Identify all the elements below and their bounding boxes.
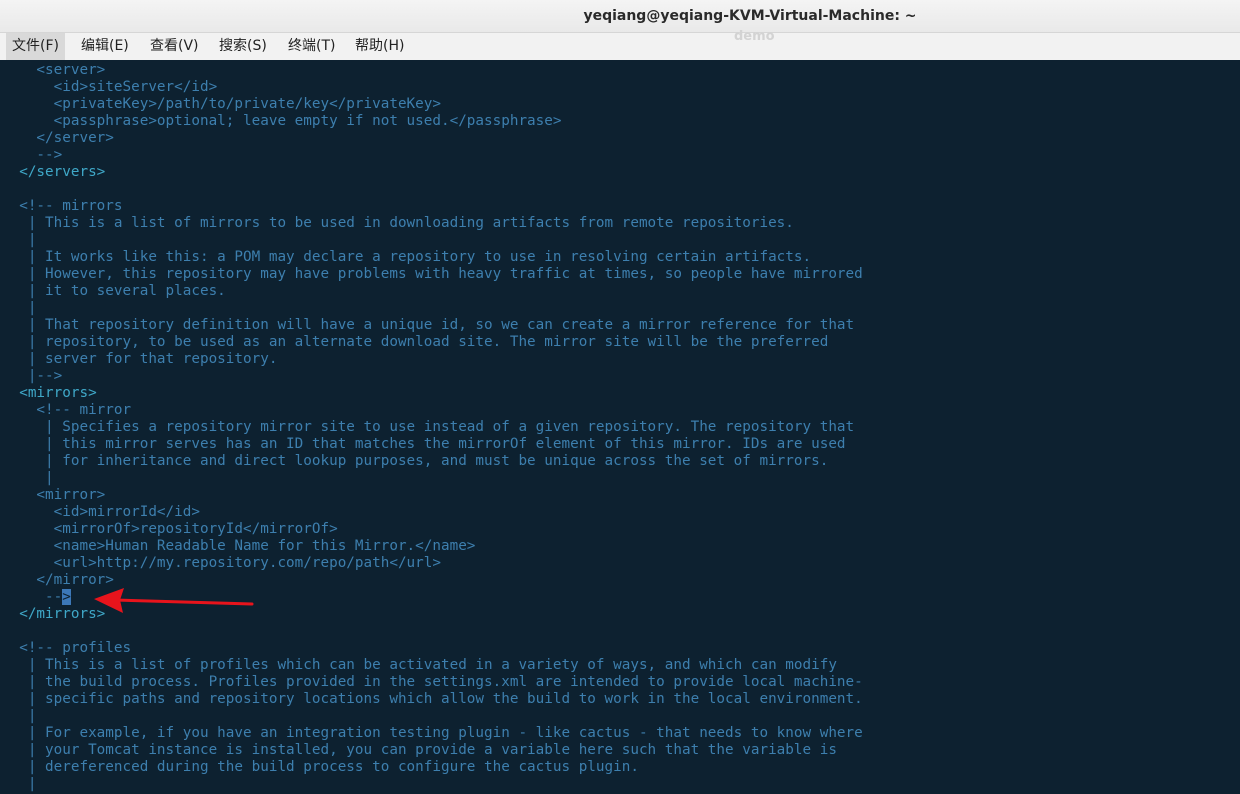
terminal-line-text: | server for that repository. <box>2 351 278 367</box>
terminal-line: | This is a list of profiles which can b… <box>2 657 863 674</box>
terminal-line-text: <!-- mirrors <box>2 198 123 214</box>
terminal-line-text: | specific paths and repository location… <box>2 691 863 707</box>
terminal-line: <privateKey>/path/to/private/key</privat… <box>2 96 863 113</box>
terminal-line-text: |--> <box>2 368 63 384</box>
terminal-line-text: | For example, if you have an integratio… <box>2 725 863 741</box>
terminal-area[interactable]: <server> <id>siteServer</id> <privateKey… <box>0 60 1240 794</box>
terminal-line: | specific paths and repository location… <box>2 691 863 708</box>
terminal-line-text: -- <box>2 589 63 605</box>
menu-view[interactable]: 查看(V) <box>144 33 205 60</box>
terminal-line-text: | dereferenced during the build process … <box>2 759 639 775</box>
terminal-line-text: </server> <box>2 130 114 146</box>
terminal-line-text: | This is a list of mirrors to be used i… <box>2 215 794 231</box>
terminal-line-text: <!-- mirror <box>2 402 132 418</box>
terminal-line-text: </mirrors> <box>2 606 106 622</box>
terminal-line: <id>mirrorId</id> <box>2 504 863 521</box>
terminal-line: | your Tomcat instance is installed, you… <box>2 742 863 759</box>
terminal-line-text: | This is a list of profiles which can b… <box>2 657 837 673</box>
terminal-line: |--> <box>2 368 863 385</box>
terminal-line-text: <mirror> <box>2 487 106 503</box>
terminal-line-text: <passphrase>optional; leave empty if not… <box>2 113 562 129</box>
terminal-line: | This is a list of mirrors to be used i… <box>2 215 863 232</box>
terminal-line-text: | It works like this: a POM may declare … <box>2 249 812 265</box>
terminal-line: | <box>2 776 863 793</box>
terminal-line: | <box>2 708 863 725</box>
terminal-line: | It works like this: a POM may declare … <box>2 249 863 266</box>
terminal-line-text: | Specifies a repository mirror site to … <box>2 419 855 435</box>
terminal-line: | <box>2 300 863 317</box>
terminal-line-text: | it to several places. <box>2 283 226 299</box>
terminal-line-text: <name>Human Readable Name for this Mirro… <box>2 538 476 554</box>
terminal-line: | For example, if you have an integratio… <box>2 725 863 742</box>
terminal-line: <server> <box>2 62 863 79</box>
red-arrow-annotation <box>94 588 254 613</box>
terminal-line: <name>Human Readable Name for this Mirro… <box>2 538 863 555</box>
terminal-line-text: | <box>2 776 37 792</box>
terminal-line: | the build process. Profiles provided i… <box>2 674 863 691</box>
terminal-line: <mirrors> <box>2 385 863 402</box>
terminal-line-text: | repository, to be used as an alternate… <box>2 334 829 350</box>
terminal-line: --> <box>2 147 863 164</box>
terminal-line-text: <server> <box>2 62 106 78</box>
terminal-line: | for inheritance and direct lookup purp… <box>2 453 863 470</box>
terminal-line: <mirrorOf>repositoryId</mirrorOf> <box>2 521 863 538</box>
terminal-line-text: | That repository definition will have a… <box>2 317 855 333</box>
background-window-text: demo <box>734 29 775 44</box>
terminal-line: | That repository definition will have a… <box>2 317 863 334</box>
terminal-line: <id>siteServer</id> <box>2 79 863 96</box>
terminal-line: | this mirror serves has an ID that matc… <box>2 436 863 453</box>
terminal-line-text: | <box>2 470 54 486</box>
terminal-line: | However, this repository may have prob… <box>2 266 863 283</box>
terminal-line: <passphrase>optional; leave empty if not… <box>2 113 863 130</box>
terminal-line-text: | the build process. Profiles provided i… <box>2 674 863 690</box>
terminal-line-text: | However, this repository may have prob… <box>2 266 863 282</box>
terminal-line-text: | your Tomcat instance is installed, you… <box>2 742 837 758</box>
terminal-line: | Specifies a repository mirror site to … <box>2 419 863 436</box>
terminal-line-text: | <box>2 300 37 316</box>
terminal-line-text: <url>http://my.repository.com/repo/path<… <box>2 555 441 571</box>
menu-terminal[interactable]: 终端(T) <box>282 33 341 60</box>
terminal-line-text: <id>siteServer</id> <box>2 79 218 95</box>
terminal-line: | <box>2 232 863 249</box>
terminal-line: </server> <box>2 130 863 147</box>
terminal-line: <url>http://my.repository.com/repo/path<… <box>2 555 863 572</box>
menu-help[interactable]: 帮助(H) <box>349 33 410 60</box>
terminal-line-text: <privateKey>/path/to/private/key</privat… <box>2 96 441 112</box>
window-title: yeqiang@yeqiang-KVM-Virtual-Machine: ~ <box>583 8 917 24</box>
terminal-line-text: <mirrorOf>repositoryId</mirrorOf> <box>2 521 338 537</box>
terminal-line-text: | for inheritance and direct lookup purp… <box>2 453 829 469</box>
menu-search[interactable]: 搜索(S) <box>213 33 273 60</box>
menu-file[interactable]: 文件(F) <box>6 33 65 60</box>
title-bar: yeqiang@yeqiang-KVM-Virtual-Machine: ~ <box>0 0 1240 33</box>
terminal-line: | dereferenced during the build process … <box>2 759 863 776</box>
terminal-line-text: <mirrors> <box>2 385 97 401</box>
terminal-line: | it to several places. <box>2 283 863 300</box>
menu-bar: 文件(F) 编辑(E) 查看(V) 搜索(S) 终端(T) 帮助(H) <box>0 33 1240 60</box>
terminal-line-text: --> <box>2 147 63 163</box>
terminal-line-text: | <box>2 708 37 724</box>
terminal-line: | <box>2 470 863 487</box>
terminal-line-text: <id>mirrorId</id> <box>2 504 200 520</box>
terminal-line: </servers> <box>2 164 863 181</box>
terminal-line-text: <!-- profiles <box>2 640 132 656</box>
terminal-line: <mirror> <box>2 487 863 504</box>
terminal-line-text: | <box>2 232 37 248</box>
terminal-line: | server for that repository. <box>2 351 863 368</box>
terminal-line: <!-- mirror <box>2 402 863 419</box>
terminal-line: | repository, to be used as an alternate… <box>2 334 863 351</box>
terminal-line: <!-- mirrors <box>2 198 863 215</box>
text-cursor: > <box>62 589 71 605</box>
menu-edit[interactable]: 编辑(E) <box>75 33 135 60</box>
terminal-line: <!-- profiles <box>2 640 863 657</box>
terminal-line-text: | this mirror serves has an ID that matc… <box>2 436 846 452</box>
terminal-text: <server> <id>siteServer</id> <privateKey… <box>2 62 863 793</box>
terminal-line-text: </servers> <box>2 164 106 180</box>
